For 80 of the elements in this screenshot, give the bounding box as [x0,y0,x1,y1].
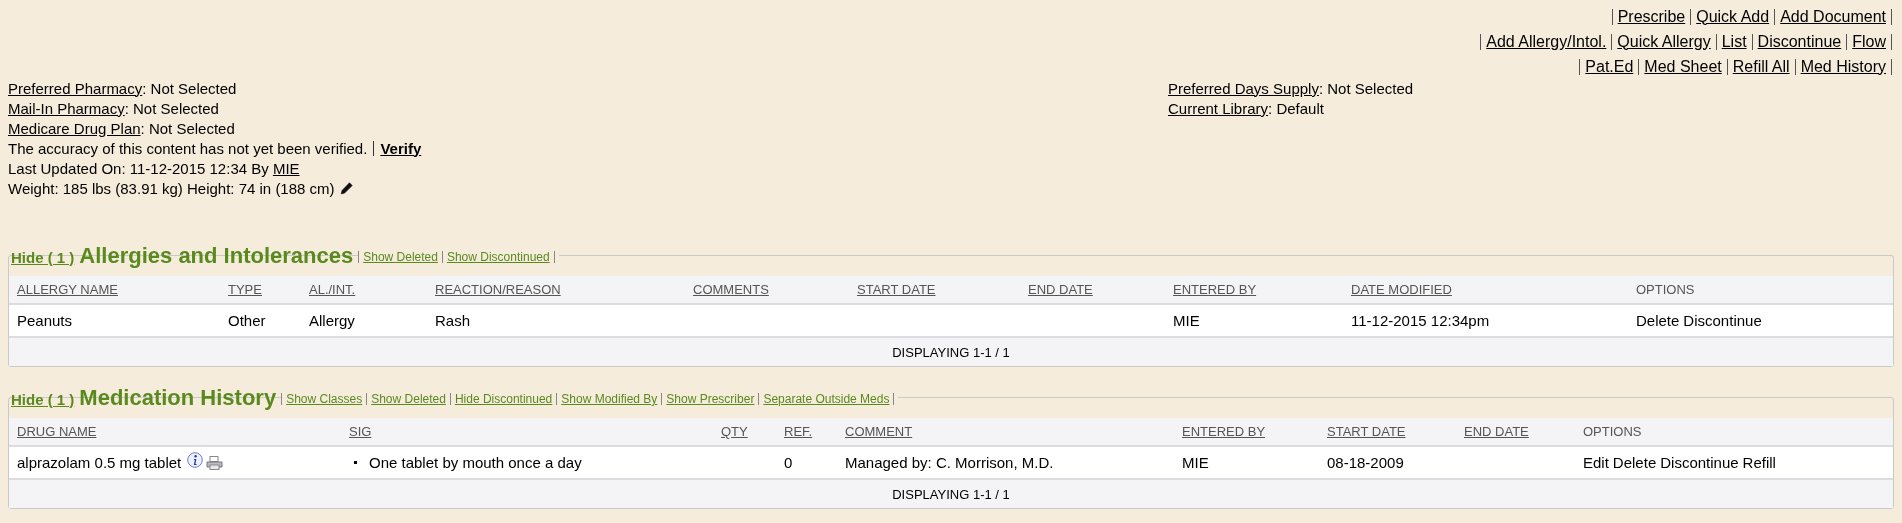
filter-link[interactable]: Show Discontinued [446,250,550,264]
filter-link[interactable]: Show Prescriber [666,392,755,406]
bullet-icon [354,461,357,464]
section-title: Allergies and Intolerances [79,243,354,269]
option-link[interactable]: Refill [1742,454,1776,471]
toolbar-link[interactable]: Prescribe [1617,7,1686,26]
table-cell: Peanuts [17,312,73,329]
column-header: OPTIONS [1582,424,1643,439]
printer-icon[interactable] [206,455,224,470]
user-link[interactable]: MIE [272,159,300,177]
column-header[interactable]: ENTERED BY [1165,282,1343,297]
table-cell: MIE [1182,454,1209,471]
column-header[interactable]: REF. [776,424,837,439]
info-icon[interactable] [187,451,204,468]
hide-toggle-link[interactable]: Hide ( 1 ) [11,391,75,408]
vitals-text: Weight: 185 lbs (83.91 kg) Height: 74 in (188 cm) [8,179,335,197]
column-header[interactable]: COMMENTS [685,282,849,297]
field-link[interactable]: Preferred Days Supply [1168,79,1319,97]
table-cell: 08-18-2009 [1327,454,1404,471]
table-cell: Managed by: C. Morrison, M.D. [845,454,1054,471]
column-header[interactable]: REACTION/REASON [427,282,685,297]
option-link[interactable]: Discontinue [1683,312,1762,329]
column-header[interactable]: QTY [713,424,776,439]
table-cell: MIE [1173,312,1200,329]
option-link[interactable]: Discontinue [1660,454,1739,471]
filter-link[interactable]: Hide Discontinued [454,392,553,406]
hide-toggle-link[interactable]: Hide ( 1 ) [11,249,75,266]
filter-link[interactable]: Separate Outside Meds [763,392,890,406]
filter-link[interactable]: Show Modified By [561,392,658,406]
column-header[interactable]: START DATE [1319,424,1456,439]
toolbar-link[interactable]: Quick Add [1696,7,1770,26]
table-cell: Allergy [309,312,355,329]
column-header[interactable]: ENTERED BY [1174,424,1319,439]
verification-notice: The accuracy of this content has not yet been verified. [8,139,368,157]
column-header[interactable]: AL./INT. [301,282,427,297]
pagination-text: DISPLAYING 1-1 / 1 [892,344,1010,360]
table-cell: alprazolam 0.5 mg tablet [17,454,182,471]
pagination-text: DISPLAYING 1-1 / 1 [892,486,1010,502]
field-value: : Default [1268,99,1324,117]
last-updated-text: Last Updated On: 11-12-2015 12:34 By MIE [8,159,300,177]
table-cell: One tablet by mouth once a day [369,454,582,471]
toolbar-link[interactable]: Flow [1852,32,1886,51]
toolbar-link[interactable]: Add Document [1780,7,1886,26]
toolbar-link[interactable]: List [1721,32,1747,51]
column-header[interactable]: TYPE [220,282,301,297]
column-header[interactable]: END DATE [1020,282,1165,297]
field-value: : Not Selected [142,79,237,97]
toolbar-link[interactable]: Add Allergy/Intol. [1486,32,1607,51]
table-cell: Rash [435,312,471,329]
field-value: : Not Selected [1318,79,1414,97]
table-cell: 11-12-2015 12:34pm [1351,312,1490,329]
column-header[interactable]: END DATE [1456,424,1575,439]
field-value: : Not Selected [140,119,235,137]
field-value: : Not Selected [124,99,219,117]
filter-link[interactable]: Show Deleted [363,250,438,264]
toolbar-link[interactable]: Quick Allergy [1617,32,1711,51]
verify-link[interactable]: Verify [380,139,422,157]
column-header[interactable]: ALLERGY NAME [9,282,220,297]
toolbar-link[interactable]: Discontinue [1757,32,1842,51]
filter-link[interactable]: Show Classes [286,392,363,406]
toolbar-link[interactable]: Refill All [1732,57,1790,76]
column-header[interactable]: DATE MODIFIED [1343,282,1628,297]
column-header[interactable]: DRUG NAME [9,424,341,439]
option-link[interactable]: Edit [1583,454,1609,471]
field-link[interactable]: Mail-In Pharmacy [8,99,125,117]
toolbar-link[interactable]: Med History [1800,57,1886,76]
column-header[interactable]: SIG [341,424,713,439]
table-cell: Other [228,312,266,329]
pencil-icon[interactable] [339,181,353,195]
column-header: OPTIONS [1635,282,1696,297]
filter-link[interactable]: Show Deleted [371,392,446,406]
table-cell: 0 [784,454,793,471]
toolbar-link[interactable]: Pat.Ed [1585,57,1634,76]
field-link[interactable]: Medicare Drug Plan [8,119,141,137]
option-link[interactable]: Delete [1612,454,1657,471]
column-header[interactable]: COMMENT [837,424,1174,439]
option-link[interactable]: Delete [1636,312,1680,329]
column-header[interactable]: START DATE [849,282,1020,297]
toolbar-link[interactable]: Med Sheet [1644,57,1722,76]
section-title: Medication History [79,385,277,411]
